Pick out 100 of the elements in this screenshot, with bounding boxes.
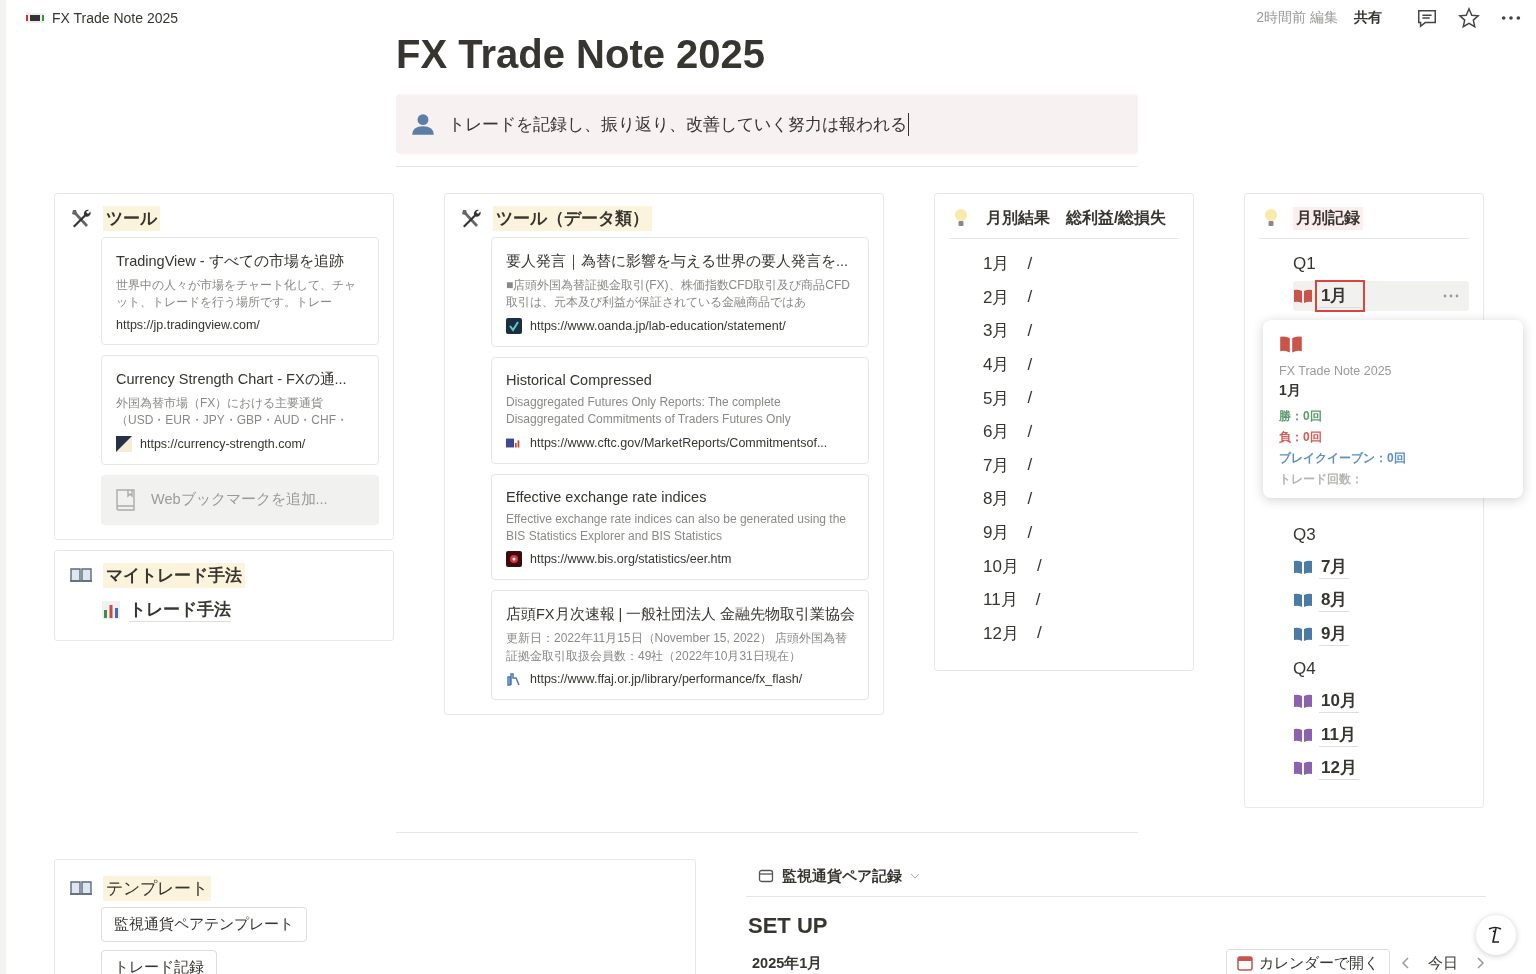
quarter-label: Q1 xyxy=(1293,252,1317,275)
month-page-item[interactable]: 10月 xyxy=(1293,686,1469,717)
bookmark-url: https://www.cftc.gov/MarketReports/Commitmentsof... xyxy=(530,435,828,450)
previous-icon[interactable] xyxy=(1400,956,1412,971)
bookmark-url: https://currency-strength.com/ xyxy=(140,436,306,451)
result-value: / xyxy=(1027,354,1033,375)
breadcrumb[interactable]: FX Trade Note 2025 xyxy=(52,10,179,26)
bookmark-title: 店頭FX月次速報 | 一般社団法人 金融先物取引業協会 xyxy=(506,605,854,625)
database-title: SET UP xyxy=(748,912,829,939)
share-button[interactable]: 共有 xyxy=(1348,8,1388,28)
month-label: 9月 xyxy=(983,522,1010,545)
result-value: / xyxy=(1027,455,1033,476)
month-page-item[interactable]: 1月 xyxy=(1293,280,1469,311)
open-in-calendar-button[interactable]: カレンダーで開く xyxy=(1226,948,1390,974)
person-icon xyxy=(410,111,436,137)
database-view-tab[interactable]: 監視通貨ペア記録 xyxy=(746,858,932,894)
month-page-link[interactable]: 7月 xyxy=(1319,554,1350,579)
month-page-link[interactable]: 9月 xyxy=(1319,621,1350,646)
section-heading: 月別結果 総利益/総損失 xyxy=(985,207,1168,228)
template-button[interactable]: トレード記録 xyxy=(101,949,217,974)
month-page-item[interactable]: 12月 xyxy=(1293,753,1469,784)
result-value: / xyxy=(1027,522,1033,543)
favicon-icon xyxy=(116,435,132,452)
web-bookmark[interactable]: 店頭FX月次速報 | 一般社団法人 金融先物取引業協会 更新日：2022年11月15日（November 15, 2022） 店頭外国為替証拠金取引取扱会員数：49社（2022年10月31日現在） https://www.ffaj.or.jp/library/performance/fx_flash/ xyxy=(491,590,869,701)
month-page-item[interactable]: 7月 xyxy=(1293,551,1469,582)
month-label: 5月 xyxy=(983,387,1010,410)
result-value: / xyxy=(1027,321,1033,341)
page-link[interactable]: トレード手法 xyxy=(129,597,231,622)
checkmark-icon xyxy=(506,317,522,334)
assistant-button[interactable] xyxy=(1476,915,1516,955)
result-value: / xyxy=(1027,488,1033,509)
result-value: / xyxy=(1036,623,1042,644)
month-label: 4月 xyxy=(983,354,1010,377)
bookmark-icon xyxy=(115,487,137,512)
favicon-icon xyxy=(506,671,522,688)
favicon-icon xyxy=(506,551,522,568)
month-page-item[interactable]: 8月 xyxy=(1293,585,1469,616)
callout-text: トレードを記録し、振り返り、改善していく努力は報われる xyxy=(448,112,909,136)
bookmark-title: Effective exchange rate indices xyxy=(506,488,708,505)
calendar-icon xyxy=(1237,955,1253,972)
bookmark-title: TradingView - すべての市場を追跡 xyxy=(116,252,345,271)
month-page-link[interactable]: 12月 xyxy=(1319,756,1359,781)
calendar-month: 2025年1月 xyxy=(751,953,824,973)
web-bookmark[interactable]: Currency Strength Chart - FXの通... 外国為替市場（FX）における主要通貨（USD・EUR・JPY・GBP・AUD・CHF・ https://currency-strength.com/ xyxy=(101,354,379,465)
bookmark-url: https://www.bis.org/statistics/eer.htm xyxy=(530,552,732,567)
section-heading: ツール xyxy=(103,206,160,231)
today-button[interactable]: 今日 xyxy=(1422,952,1464,974)
section-heading: ツール（データ類） xyxy=(493,206,652,231)
bookmark-title: 要人発言｜為替に影響を与える世界の要人発言を... xyxy=(506,252,850,271)
bar-chart-icon xyxy=(101,599,121,620)
bookmark-url: https://www.oanda.jp/lab-education/statement/ xyxy=(530,318,786,333)
month-label: 1月 xyxy=(983,253,1010,276)
page-logo-icon xyxy=(26,13,44,23)
web-bookmark[interactable]: Historical Compressed Disaggregated Futures Only Reports: The complete Disaggregated Commitments of Traders Futures Only https://www.cftc.gov/MarketReports/Commitmentsof... xyxy=(491,356,869,464)
month-label: 10月 xyxy=(983,555,1019,578)
next-icon[interactable] xyxy=(1474,956,1486,971)
month-label: 8月 xyxy=(983,488,1010,511)
property-text: トレード回数： xyxy=(1279,471,1364,488)
bookmark-url: https://jp.tradingview.com/ xyxy=(116,317,260,332)
template-button[interactable]: 監視通貨ペアテンプレート xyxy=(101,906,307,942)
bookmark-description: ■店頭外国為替証拠金取引(FX)、株価指数CFD取引及び商品CFD取引は、元本及び利益が保証されている金融商品ではあ xyxy=(506,277,851,312)
month-label: 7月 xyxy=(983,454,1010,477)
month-label: 2月 xyxy=(983,286,1010,309)
property-text: 負：0回 xyxy=(1279,429,1323,446)
result-value: / xyxy=(1027,287,1033,308)
bookmark-description: Disaggregated Futures Only Reports: The complete Disaggregated Commitments of Traders Futures Only xyxy=(506,393,792,429)
month-page-link[interactable]: 8月 xyxy=(1319,588,1350,613)
month-label: 11月 xyxy=(983,589,1018,612)
month-page-link[interactable]: 11月 xyxy=(1319,722,1358,747)
month-label: 3月 xyxy=(983,320,1010,343)
bookmark-description: 世界中の人々が市場をチャート化して、チャット、トレードを行う場所です。トレー xyxy=(116,277,357,312)
month-page-item[interactable]: 11月 xyxy=(1293,719,1469,750)
chevron-down-icon xyxy=(910,872,920,881)
result-value: / xyxy=(1035,589,1041,610)
result-value: / xyxy=(1027,388,1033,409)
web-bookmark[interactable]: TradingView - すべての市場を追跡 世界中の人々が市場をチャート化して、チャット、トレードを行う場所です。トレー https://jp.tradingview.com/ xyxy=(101,237,379,345)
preview-title: 1月 xyxy=(1279,382,1302,400)
bookmark-title: Currency Strength Chart - FXの通... xyxy=(116,369,348,389)
bookmark-description: 外国為替市場（FX）における主要通貨（USD・EUR・JPY・GBP・AUD・CHF・ xyxy=(116,394,350,430)
bookmark-description: 更新日：2022年11月15日（November 15, 2022） 店頭外国為替証拠金取引取扱会員数：49社（2022年10月31日現在） xyxy=(506,630,849,665)
bookmark-url: https://www.ffaj.or.jp/library/performance/fx_flash/ xyxy=(530,672,803,687)
web-bookmark[interactable]: Effective exchange rate indices Effective exchange rate indices can also be generated using the BIS Statistics Explorer and BIS Statistics https://www.bis.org/statistics/eer.htm xyxy=(491,473,869,581)
property-text: ブレイクイーブン：0回 xyxy=(1279,450,1407,467)
edited-time: 2時間前 編集 xyxy=(1256,9,1338,27)
section-heading: 月別記録 xyxy=(1293,206,1363,230)
section-heading: テンプレート xyxy=(103,875,211,901)
parent-page-label: FX Trade Note 2025 xyxy=(1279,364,1393,378)
month-page-link[interactable]: 10月 xyxy=(1319,689,1359,714)
month-page-item[interactable]: 9月 xyxy=(1293,618,1469,649)
bookmark-description: Effective exchange rate indices can also be generated using the BIS Statistics Explorer and BIS Statistics xyxy=(506,510,847,545)
comment-icon[interactable] xyxy=(1416,7,1438,29)
month-label: 12月 xyxy=(983,622,1019,645)
month-label: 6月 xyxy=(983,421,1010,444)
bookmark-title: Historical Compressed xyxy=(506,371,653,388)
result-value: / xyxy=(1027,253,1033,274)
star-icon[interactable] xyxy=(1458,7,1480,29)
result-value: / xyxy=(1027,421,1033,442)
quarter-label: Q3 xyxy=(1293,524,1317,546)
web-bookmark[interactable]: 要人発言｜為替に影響を与える世界の要人発言を... ■店頭外国為替証拠金取引(FX)、株価指数CFD取引及び商品CFD取引は、元本及び利益が保証されている金融商品ではあ https://www.oanda.jp/lab-education/statement/ xyxy=(491,237,869,347)
section-heading: マイトレード手法 xyxy=(103,562,245,588)
